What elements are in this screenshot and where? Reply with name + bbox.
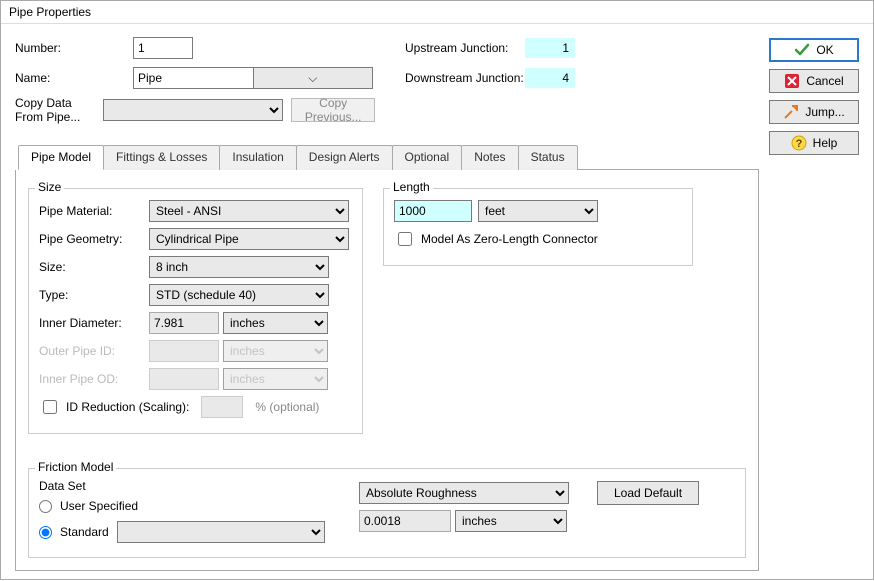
downstream-value: 4 xyxy=(525,68,575,88)
name-combo[interactable]: Pipe ⌵ xyxy=(133,67,373,89)
tab-insulation[interactable]: Insulation xyxy=(219,145,296,170)
length-input[interactable] xyxy=(394,200,472,222)
id-reduction-check[interactable] xyxy=(43,400,57,414)
inner-od-input xyxy=(149,368,219,390)
tab-panel-pipe-model: Size Pipe Material: Steel - ANSI Pipe Ge… xyxy=(15,170,759,571)
tab-strip: Pipe Model Fittings & Losses Insulation … xyxy=(18,144,759,170)
geometry-label: Pipe Geometry: xyxy=(39,232,149,246)
copy-label: Copy Data From Pipe... xyxy=(15,96,103,124)
roughness-type-select[interactable]: Absolute Roughness xyxy=(359,482,569,504)
help-icon: ? xyxy=(791,135,807,151)
cancel-icon xyxy=(784,73,800,89)
tab-pipe-model[interactable]: Pipe Model xyxy=(18,145,104,170)
inner-od-label: Inner Pipe OD: xyxy=(39,372,149,386)
upstream-value: 1 xyxy=(525,38,575,58)
tab-fittings-losses[interactable]: Fittings & Losses xyxy=(103,145,220,170)
user-specified-label: User Specified xyxy=(60,499,138,513)
zero-length-label: Model As Zero-Length Connector xyxy=(421,232,598,246)
zero-length-check[interactable] xyxy=(398,232,412,246)
friction-legend: Friction Model xyxy=(35,460,116,474)
roughness-unit-select[interactable]: inches xyxy=(455,510,567,532)
size-group: Size Pipe Material: Steel - ANSI Pipe Ge… xyxy=(28,188,363,434)
type-select[interactable]: STD (schedule 40) xyxy=(149,284,329,306)
length-legend: Length xyxy=(390,180,433,194)
size-label: Size: xyxy=(39,260,149,274)
check-icon xyxy=(794,42,810,58)
number-label: Number: xyxy=(15,41,133,55)
inner-od-unit-select: inches xyxy=(223,368,328,390)
length-unit-select[interactable]: feet xyxy=(478,200,598,222)
data-set-label: Data Set xyxy=(39,479,339,493)
name-label: Name: xyxy=(15,71,133,85)
geometry-select[interactable]: Cylindrical Pipe xyxy=(149,228,349,250)
window-title: Pipe Properties xyxy=(9,5,91,19)
jump-icon xyxy=(783,104,799,120)
load-default-button[interactable]: Load Default xyxy=(597,481,699,505)
standard-radio[interactable] xyxy=(39,526,52,539)
standard-select[interactable] xyxy=(117,521,325,543)
downstream-label: Downstream Junction: xyxy=(405,71,525,85)
user-specified-radio-row[interactable]: User Specified xyxy=(39,495,339,517)
copy-previous-button: Copy Previous... xyxy=(291,98,375,122)
tab-notes[interactable]: Notes xyxy=(461,145,518,170)
roughness-input xyxy=(359,510,451,532)
svg-text:?: ? xyxy=(795,138,802,150)
tab-status[interactable]: Status xyxy=(518,145,578,170)
cancel-button[interactable]: Cancel xyxy=(769,69,859,93)
inner-diam-label: Inner Diameter: xyxy=(39,316,149,330)
chevron-down-icon: ⌵ xyxy=(253,68,373,88)
inner-diam-unit-select[interactable]: inches xyxy=(223,312,328,334)
id-reduction-input xyxy=(201,396,243,418)
outer-id-input xyxy=(149,340,219,362)
tab-design-alerts[interactable]: Design Alerts xyxy=(296,145,393,170)
copy-from-select[interactable] xyxy=(103,99,283,121)
tab-optional[interactable]: Optional xyxy=(392,145,463,170)
outer-id-unit-select: inches xyxy=(223,340,328,362)
number-input[interactable] xyxy=(133,37,193,59)
user-specified-radio[interactable] xyxy=(39,500,52,513)
length-group: Length feet Model As Zero-Length Connect… xyxy=(383,188,693,266)
size-legend: Size xyxy=(35,180,64,194)
jump-button[interactable]: Jump... xyxy=(769,100,859,124)
standard-radio-row[interactable]: Standard xyxy=(39,521,339,543)
ok-button[interactable]: OK xyxy=(769,38,859,62)
size-select[interactable]: 8 inch xyxy=(149,256,329,278)
outer-id-label: Outer Pipe ID: xyxy=(39,344,149,358)
type-label: Type: xyxy=(39,288,149,302)
material-select[interactable]: Steel - ANSI xyxy=(149,200,349,222)
upstream-label: Upstream Junction: xyxy=(405,41,525,55)
id-reduction-label: ID Reduction (Scaling): xyxy=(66,400,189,414)
friction-group: Friction Model Data Set User Specified xyxy=(28,468,746,558)
name-value: Pipe xyxy=(134,71,253,85)
standard-label: Standard xyxy=(60,525,109,539)
material-label: Pipe Material: xyxy=(39,204,149,218)
help-button[interactable]: ? Help xyxy=(769,131,859,155)
window-titlebar: Pipe Properties xyxy=(1,1,873,24)
inner-diam-input xyxy=(149,312,219,334)
id-reduction-unit: % (optional) xyxy=(255,400,319,414)
